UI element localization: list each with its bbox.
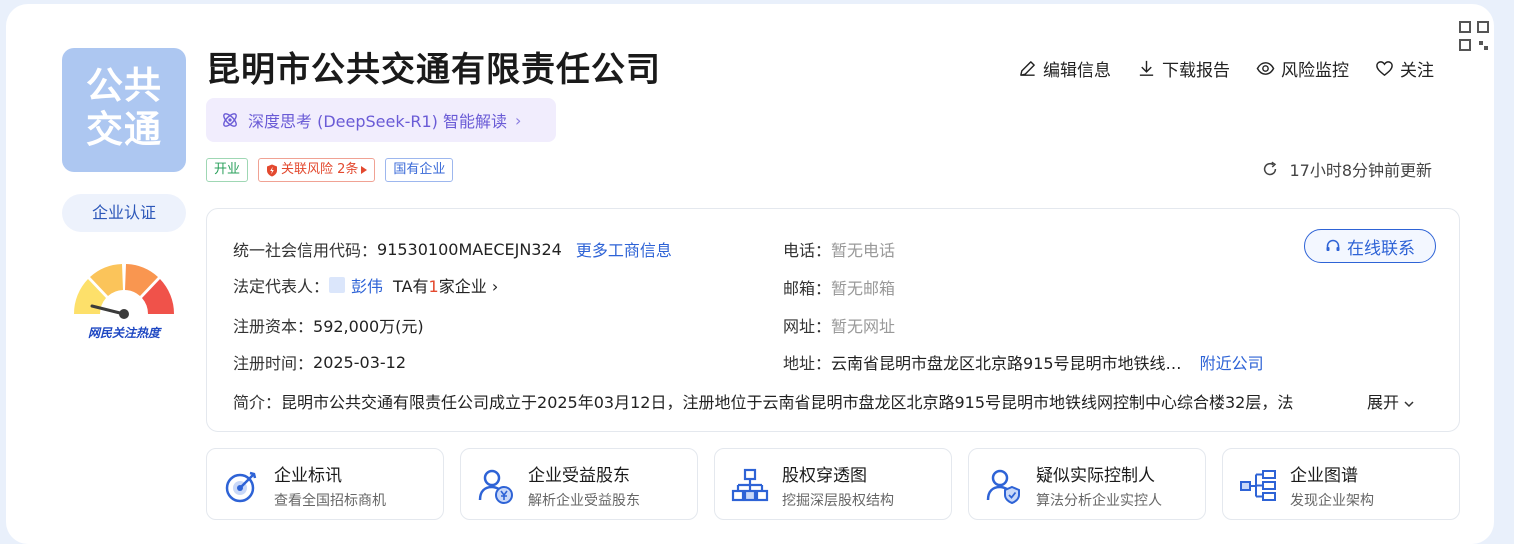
person-avatar-icon: [329, 277, 346, 293]
follow-label: 关注: [1400, 61, 1434, 81]
download-icon: [1139, 60, 1154, 76]
address-label: 地址：: [783, 354, 832, 373]
feature-subtitle: 查看全国招标商机: [274, 493, 386, 509]
chevron-right-icon: ›: [491, 277, 499, 296]
intro-row: 简介： 昆明市公共交通有限责任公司成立于2025年03月12日，注册地位于云南省…: [233, 389, 1433, 413]
status-tags: 开业 关联风险 2条 国有企业: [206, 158, 454, 182]
atom-icon: [223, 113, 237, 127]
enterprise-type-badge: 国有企业: [385, 158, 454, 182]
ta-suffix: 家企业: [438, 277, 487, 296]
company-card: 公共 交通 企业认证 网民关注热度 昆明市公共交通有限责任公司 深度思考 (De…: [6, 4, 1494, 544]
download-report-label: 下载报告: [1162, 61, 1230, 81]
qr-code-icon[interactable]: [1458, 20, 1490, 52]
capital-row: 注册资本： 592,000万(元): [233, 313, 424, 337]
org-tree-icon: [731, 468, 769, 502]
online-contact-label: 在线联系: [1347, 238, 1415, 259]
legal-rep-label: 法定代表人：: [233, 277, 330, 296]
reg-date-row: 注册时间： 2025-03-12: [233, 350, 406, 374]
risk-badge[interactable]: 关联风险 2条: [258, 158, 376, 182]
headset-icon: [1326, 239, 1340, 251]
eye-icon: [1256, 62, 1275, 75]
website-row: 网址： 暂无网址: [783, 313, 895, 337]
update-status[interactable]: 17小时8分钟前更新: [1261, 157, 1432, 181]
email-row: 邮箱： 暂无邮箱: [783, 275, 895, 299]
phone-value: 暂无电话: [831, 241, 896, 260]
capital-label: 注册资本：: [233, 317, 314, 336]
certification-button[interactable]: 企业认证: [62, 194, 186, 232]
chevron-right-icon: ›: [515, 110, 522, 130]
address-row: 地址： 云南省昆明市盘龙区北京路915号昆明市地铁线… 附近公司: [783, 350, 1264, 374]
logo-text-line-1: 公共: [86, 64, 162, 107]
reg-date-label: 注册时间：: [233, 354, 314, 373]
graph-icon: [1240, 470, 1276, 501]
nearby-companies-link[interactable]: 附近公司: [1200, 350, 1264, 374]
reg-date-value: 2025-03-12: [313, 352, 406, 372]
risk-monitor-button[interactable]: 风险监控: [1256, 56, 1349, 81]
intro-text: 昆明市公共交通有限责任公司成立于2025年03月12日，注册地位于云南省昆明市盘…: [281, 393, 1294, 412]
email-label: 邮箱：: [783, 279, 832, 298]
company-logo: 公共 交通: [62, 48, 186, 172]
shield-bolt-icon: [267, 164, 278, 176]
ai-insight-label: 深度思考 (DeepSeek-R1) 智能解读: [248, 112, 508, 131]
feature-card-beneficiary[interactable]: 企业受益股东 解析企业受益股东: [460, 448, 698, 520]
edit-info-button[interactable]: 编辑信息: [1018, 56, 1111, 81]
header-actions: 编辑信息 下载报告 风险监控 关注: [1018, 56, 1434, 81]
logo-text-line-2: 交通: [86, 108, 162, 151]
heart-icon: [1376, 61, 1393, 77]
capital-value: 592,000万(元): [313, 317, 424, 336]
caret-right-icon: [361, 166, 368, 174]
feature-card-controller[interactable]: 疑似实际控制人 算法分析企业实控人: [968, 448, 1206, 520]
legal-rep-link[interactable]: 彭伟: [351, 273, 383, 297]
more-business-info-link[interactable]: 更多工商信息: [576, 237, 672, 261]
feature-subtitle: 解析企业受益股东: [528, 493, 640, 509]
feature-card-bidding[interactable]: 企业标讯 查看全国招标商机: [206, 448, 444, 520]
target-icon: [225, 471, 257, 503]
credit-code-row: 统一社会信用代码： 91530100MAECEJN324 更多工商信息: [233, 237, 672, 261]
expand-button[interactable]: 展开: [1367, 389, 1414, 413]
related-companies-link[interactable]: TA有1家企业 ›: [393, 273, 498, 297]
edit-info-label: 编辑信息: [1043, 61, 1111, 81]
pencil-icon: [1020, 61, 1035, 76]
feature-title: 企业标讯: [274, 466, 342, 486]
feature-title: 企业图谱: [1290, 466, 1358, 486]
feature-subtitle: 发现企业架构: [1290, 493, 1374, 509]
feature-title: 疑似实际控制人: [1036, 466, 1155, 486]
risk-monitor-label: 风险监控: [1281, 61, 1349, 81]
download-report-button[interactable]: 下载报告: [1137, 56, 1230, 81]
risk-badge-label: 关联风险 2条: [281, 162, 359, 177]
controller-icon: [986, 469, 1020, 505]
ai-insight-button[interactable]: 深度思考 (DeepSeek-R1) 智能解读 ›: [206, 98, 556, 142]
website-value: 暂无网址: [831, 317, 896, 336]
online-contact-button[interactable]: 在线联系: [1304, 229, 1436, 263]
email-value: 暂无邮箱: [831, 279, 896, 298]
feature-card-graph[interactable]: 企业图谱 发现企业架构: [1222, 448, 1460, 520]
ta-prefix: TA有: [393, 277, 429, 296]
legal-rep-row: 法定代表人： 彭伟 TA有1家企业 ›: [233, 273, 498, 297]
feature-subtitle: 算法分析企业实控人: [1036, 493, 1162, 509]
update-time-text: 17小时8分钟前更新: [1289, 161, 1432, 180]
refresh-icon: [1264, 161, 1277, 176]
company-name: 昆明市公共交通有限责任公司: [206, 50, 661, 90]
feature-title: 企业受益股东: [528, 466, 630, 486]
feature-subtitle: 挖掘深层股权结构: [782, 493, 894, 509]
expand-label: 展开: [1367, 393, 1400, 412]
follow-button[interactable]: 关注: [1375, 56, 1434, 81]
credit-code-label: 统一社会信用代码：: [233, 241, 378, 260]
feature-cards: 企业标讯 查看全国招标商机 企业受益股东 解析企业受益股东 股权穿透图 挖掘深层…: [206, 448, 1460, 520]
phone-label: 电话：: [783, 241, 832, 260]
intro-label: 简介：: [233, 393, 282, 412]
heat-label: 网民关注热度: [87, 326, 160, 340]
beneficiary-icon: [478, 469, 513, 504]
status-badge-open: 开业: [206, 158, 249, 182]
phone-row: 电话： 暂无电话: [783, 237, 895, 261]
credit-code-value: 91530100MAECEJN324: [377, 239, 562, 259]
business-info-panel: 统一社会信用代码： 91530100MAECEJN324 更多工商信息 法定代表…: [206, 208, 1460, 432]
website-label: 网址：: [783, 317, 832, 336]
address-value: 云南省昆明市盘龙区北京路915号昆明市地铁线…: [831, 354, 1182, 373]
feature-title: 股权穿透图: [782, 466, 867, 486]
feature-card-equity[interactable]: 股权穿透图 挖掘深层股权结构: [714, 448, 952, 520]
chevron-down-icon: [1404, 401, 1414, 408]
ta-count: 1: [428, 277, 439, 296]
